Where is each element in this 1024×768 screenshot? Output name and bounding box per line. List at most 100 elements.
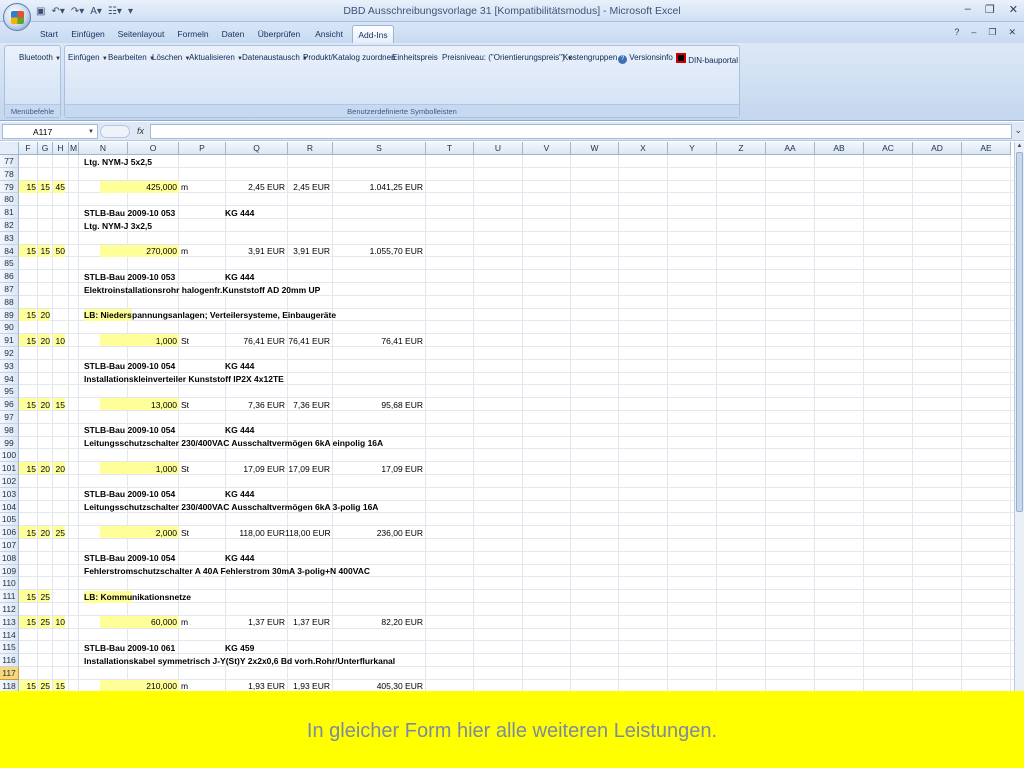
cell-section-title-rest[interactable]: nikationsnetze xyxy=(132,591,191,603)
office-button[interactable] xyxy=(3,3,31,31)
column-header[interactable]: R xyxy=(288,142,333,155)
column-header[interactable]: Z xyxy=(717,142,766,155)
row-header[interactable]: 84 xyxy=(0,244,19,258)
tab-start[interactable]: Start xyxy=(34,25,64,43)
row-header[interactable]: 94 xyxy=(0,372,19,386)
row-header[interactable]: 93 xyxy=(0,359,19,373)
cell-price[interactable]: 2,45 EUR xyxy=(285,181,330,193)
scroll-up-icon[interactable]: ▲ xyxy=(1016,143,1023,151)
cell-unit[interactable]: St xyxy=(181,463,189,475)
cell-description[interactable]: Elektroinstallationsrohr halogenfr.Kunst… xyxy=(84,284,320,296)
cell-section-title[interactable]: LB: Nieders xyxy=(84,309,132,322)
row-header[interactable]: 87 xyxy=(0,283,19,296)
row-header[interactable]: 114 xyxy=(0,628,19,642)
cell-unit-price[interactable]: 118,00 EUR xyxy=(226,527,285,539)
cell-unit-price[interactable]: 2,45 EUR xyxy=(226,181,285,193)
workbook-close-icon[interactable]: ✕ xyxy=(1008,27,1016,38)
column-header[interactable]: S xyxy=(333,142,426,155)
cell-description[interactable]: Installationskleinverteiler Kunststoff I… xyxy=(84,373,284,385)
cell-quantity[interactable]: 60,000 xyxy=(128,616,177,628)
row-header[interactable]: 103 xyxy=(0,487,19,501)
cell-price[interactable]: 118,00 EUR xyxy=(285,527,331,539)
scroll-thumb[interactable] xyxy=(1016,152,1023,512)
cell-unit-price[interactable]: 76,41 EUR xyxy=(226,335,285,347)
cell-f[interactable]: 15 xyxy=(19,463,36,475)
row-header[interactable]: 108 xyxy=(0,551,19,565)
row-header[interactable]: 107 xyxy=(0,539,19,552)
tab-add-ins[interactable]: Add-Ins xyxy=(352,25,394,43)
cell-total[interactable]: 76,41 EUR xyxy=(333,335,423,347)
cell-h[interactable]: 20 xyxy=(53,463,65,475)
column-header[interactable]: AD xyxy=(913,142,962,155)
cell-h[interactable]: 50 xyxy=(53,245,65,257)
column-header[interactable]: AE xyxy=(962,142,1011,155)
column-header[interactable]: V xyxy=(523,142,571,155)
cell-h[interactable]: 15 xyxy=(53,399,65,411)
cell-price[interactable]: 1,37 EUR xyxy=(285,616,330,628)
cell-description[interactable]: Installationskabel symmetrisch J-Y(St)Y … xyxy=(84,655,395,667)
cell-h[interactable]: 45 xyxy=(53,181,65,193)
row-header[interactable]: 77 xyxy=(0,155,19,168)
row-header[interactable]: 91 xyxy=(0,334,19,347)
cell-cost-group[interactable]: KG 444 xyxy=(225,552,254,564)
cell-unit-price[interactable]: 17,09 EUR xyxy=(226,463,285,475)
cell-description[interactable]: Ltg. NYM-J 3x2,5 xyxy=(84,220,152,232)
cell-total[interactable]: 1.041,25 EUR xyxy=(333,181,423,193)
row-header[interactable]: 105 xyxy=(0,513,19,527)
name-box[interactable]: A117 ▼ xyxy=(2,124,98,139)
kostengruppen-button[interactable]: Kostengruppen xyxy=(563,53,617,62)
cell-description[interactable]: STLB-Bau 2009-10 061 xyxy=(84,642,175,654)
column-header[interactable]: O xyxy=(128,142,179,155)
cell-cost-group[interactable]: KG 444 xyxy=(225,207,254,219)
cell-price[interactable]: 7,36 EUR xyxy=(285,399,330,411)
cell-unit[interactable]: St xyxy=(181,335,189,347)
cell-unit[interactable]: m xyxy=(181,680,188,691)
bluetooth-menu[interactable]: Bluetooth ▼ xyxy=(19,53,61,62)
cell-unit[interactable]: m xyxy=(181,181,188,193)
tab-ansicht[interactable]: Ansicht xyxy=(310,25,348,43)
row-header[interactable]: 89 xyxy=(0,308,19,322)
cell-description[interactable]: STLB-Bau 2009-10 053 xyxy=(84,207,175,219)
close-icon[interactable]: ✕ xyxy=(1009,3,1018,16)
cell-quantity[interactable]: 425,000 xyxy=(128,181,177,193)
row-header[interactable]: 78 xyxy=(0,167,19,181)
row-header[interactable]: 88 xyxy=(0,295,19,309)
row-header[interactable]: 102 xyxy=(0,475,19,488)
cell-g[interactable]: 20 xyxy=(38,399,50,411)
row-header[interactable]: 86 xyxy=(0,270,19,283)
workbook-restore-icon[interactable]: ❐ xyxy=(988,27,996,38)
cell-g[interactable]: 15 xyxy=(38,181,50,193)
cell-description[interactable]: Leitungsschutzschalter 230/400VAC Aussch… xyxy=(84,501,378,513)
cell-description[interactable]: STLB-Bau 2009-10 054 xyxy=(84,424,175,436)
datenaustausch-menu[interactable]: Datenaustausch ▼ xyxy=(242,53,308,62)
cell-g[interactable]: 25 xyxy=(38,680,50,691)
row-header[interactable]: 116 xyxy=(0,654,19,667)
column-header[interactable]: Y xyxy=(668,142,717,155)
insert-function-icon[interactable]: fx xyxy=(137,126,144,136)
cell-quantity[interactable]: 270,000 xyxy=(128,245,177,257)
cell-quantity[interactable]: 210,000 xyxy=(128,680,177,691)
workbook-minimize-icon[interactable]: – xyxy=(971,27,976,38)
row-header[interactable]: 79 xyxy=(0,180,19,194)
cell-quantity[interactable]: 13,000 xyxy=(128,399,177,411)
row-header[interactable]: 104 xyxy=(0,500,19,514)
row-header[interactable]: 100 xyxy=(0,449,19,463)
cell-unit-price[interactable]: 1,37 EUR xyxy=(226,616,285,628)
row-header[interactable]: 82 xyxy=(0,219,19,232)
row-header[interactable]: 118 xyxy=(0,679,19,691)
cell-f[interactable]: 15 xyxy=(19,527,36,539)
cell-cost-group[interactable]: KG 444 xyxy=(225,424,254,436)
cell-unit-price[interactable]: 3,91 EUR xyxy=(226,245,285,257)
row-header[interactable]: 106 xyxy=(0,526,19,539)
cell-description[interactable]: STLB-Bau 2009-10 054 xyxy=(84,488,175,500)
row-header[interactable]: 110 xyxy=(0,577,19,591)
cell-cost-group[interactable]: KG 444 xyxy=(225,271,254,283)
row-header[interactable]: 81 xyxy=(0,206,19,219)
row-header[interactable]: 96 xyxy=(0,398,19,411)
row-header[interactable]: 80 xyxy=(0,193,19,207)
cell-f[interactable]: 15 xyxy=(19,309,36,321)
cell-description[interactable]: Leitungsschutzschalter 230/400VAC Aussch… xyxy=(84,437,383,449)
cell-price[interactable]: 76,41 EUR xyxy=(285,335,330,347)
formula-cancel-enter[interactable] xyxy=(100,125,130,138)
cell-cost-group[interactable]: KG 459 xyxy=(225,642,254,654)
